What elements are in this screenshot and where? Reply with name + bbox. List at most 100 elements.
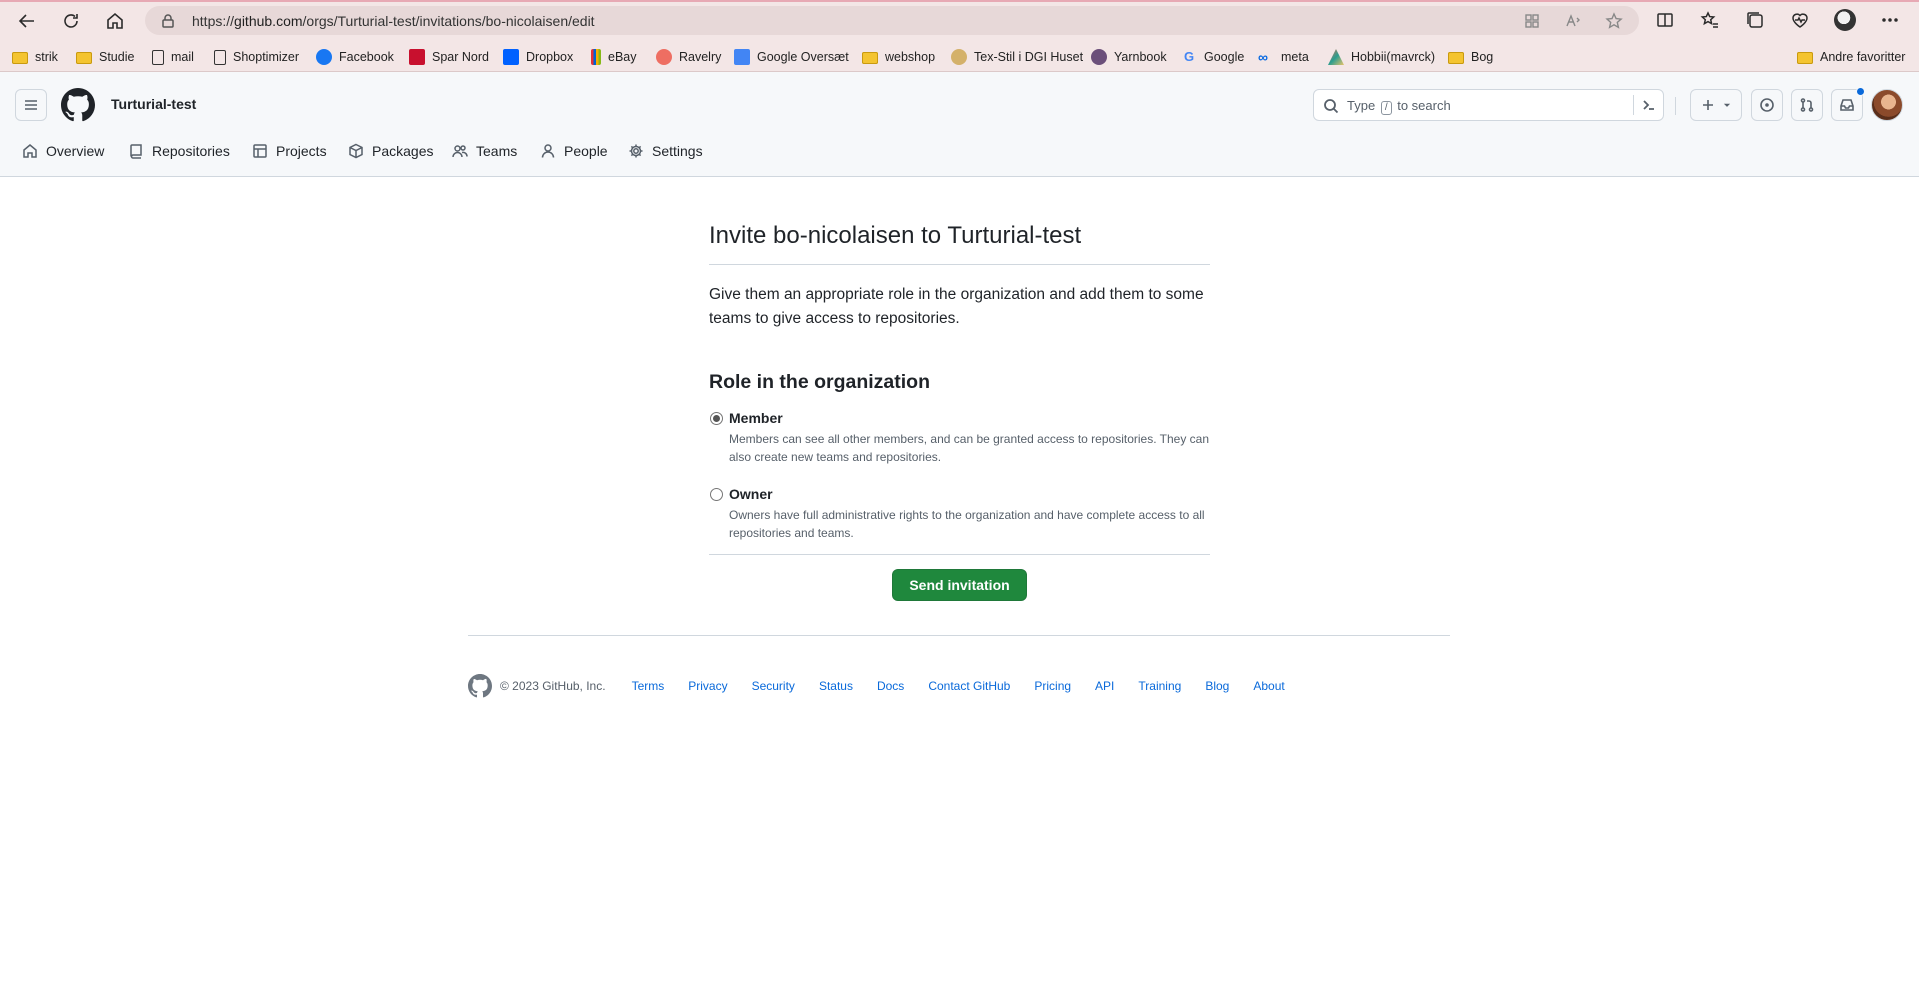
bookmark-label: Bog (1471, 50, 1494, 64)
tab-label: Settings (652, 143, 703, 159)
global-nav-button[interactable] (15, 89, 47, 121)
bookmark-studie[interactable]: Studie (76, 47, 134, 67)
reload-button[interactable] (56, 6, 86, 36)
footer-copyright: © 2023 GitHub, Inc. (500, 679, 606, 693)
bookmark-spar-nord[interactable]: Spar Nord (409, 47, 489, 67)
other-favorites[interactable]: Andre favoritter (1797, 47, 1905, 67)
github-header: Turturial-test Type / to search Overview (0, 72, 1919, 177)
tab-people[interactable]: People (540, 136, 608, 166)
footer-link-security[interactable]: Security (752, 679, 795, 693)
command-palette-icon[interactable] (1641, 97, 1657, 113)
other-favorites-label: Andre favoritter (1820, 50, 1906, 64)
people-icon (452, 145, 468, 158)
bookmark-facebook[interactable]: Facebook (316, 47, 394, 67)
footer-link-contact[interactable]: Contact GitHub (928, 679, 1010, 693)
favorite-star-icon[interactable] (1605, 12, 1623, 30)
bookmark-tex-stil[interactable]: Tex-Stil i DGI Huset (951, 47, 1083, 67)
search-input[interactable]: Type / to search (1313, 89, 1664, 121)
hamburger-icon (25, 100, 37, 110)
bookmark-strik[interactable]: strik (12, 47, 58, 67)
send-invitation-button[interactable]: Send invitation (892, 569, 1027, 601)
org-name-link[interactable]: Turturial-test (111, 96, 196, 112)
dropbox-icon (503, 49, 519, 65)
member-radio[interactable] (710, 412, 723, 425)
owner-label[interactable]: Owner (729, 484, 1210, 504)
create-new-button[interactable] (1690, 89, 1742, 121)
bookmark-webshop[interactable]: webshop (862, 47, 935, 67)
tab-label: People (564, 143, 608, 159)
bookmark-label: Spar Nord (432, 50, 489, 64)
bookmark-label: eBay (608, 50, 637, 64)
footer-link-pricing[interactable]: Pricing (1034, 679, 1071, 693)
address-bar[interactable]: https://github.com/orgs/Turturial-test/i… (145, 6, 1639, 35)
bookmark-label: Yarnbook (1114, 50, 1167, 64)
role-option-owner[interactable]: Owner Owners have full administrative ri… (709, 484, 1210, 542)
issues-button[interactable] (1751, 89, 1783, 121)
github-logo-icon[interactable] (61, 88, 95, 122)
hobbii-icon (1328, 49, 1344, 65)
bookmark-label: Hobbii(mavrck) (1351, 50, 1436, 64)
bookmark-meta[interactable]: ∞ meta (1258, 47, 1309, 67)
translate-icon (734, 49, 750, 65)
footer-link-docs[interactable]: Docs (877, 679, 904, 693)
notifications-button[interactable] (1831, 87, 1865, 121)
texstil-icon (951, 49, 967, 65)
bookmark-dropbox[interactable]: Dropbox (503, 47, 573, 67)
footer-link-blog[interactable]: Blog (1205, 679, 1229, 693)
search-divider (1633, 95, 1634, 115)
home-button[interactable] (100, 6, 130, 36)
owner-radio[interactable] (710, 488, 723, 501)
tab-overview[interactable]: Overview (22, 136, 104, 166)
bookmark-label: Facebook (339, 50, 394, 64)
page-title: Invite bo-nicolaisen to Turturial-test (709, 218, 1210, 265)
tab-teams[interactable]: Teams (452, 136, 517, 166)
browser-profile-icon[interactable] (1834, 9, 1856, 31)
table-icon (253, 144, 267, 158)
form-actions: Send invitation (709, 569, 1210, 601)
url-text[interactable]: https://github.com/orgs/Turturial-test/i… (192, 13, 595, 29)
tab-projects[interactable]: Projects (252, 136, 327, 166)
tab-label: Teams (476, 143, 518, 159)
url-host: github.com (234, 13, 303, 29)
tab-repositories[interactable]: Repositories (128, 136, 230, 166)
back-button[interactable] (12, 6, 42, 36)
app-available-icon[interactable] (1523, 12, 1541, 30)
bookmark-label: Dropbox (526, 50, 574, 64)
read-aloud-icon[interactable] (1564, 12, 1582, 30)
pull-requests-button[interactable] (1791, 89, 1823, 121)
collections-button[interactable] (1743, 8, 1767, 32)
footer-link-training[interactable]: Training (1138, 679, 1181, 693)
github-mark-icon[interactable] (468, 674, 492, 698)
role-section-heading: Role in the organization (709, 371, 931, 393)
bookmark-bog[interactable]: Bog (1448, 47, 1493, 67)
split-screen-button[interactable] (1653, 8, 1677, 32)
bookmark-label: Tex-Stil i DGI Huset (974, 50, 1084, 64)
inbox-icon (1840, 99, 1854, 111)
bookmark-ebay[interactable]: eBay (591, 47, 637, 67)
footer-link-privacy[interactable]: Privacy (688, 679, 727, 693)
bookmark-mail[interactable]: mail (152, 47, 194, 67)
bookmark-label: mail (171, 50, 194, 64)
performance-button[interactable] (1788, 8, 1812, 32)
member-label[interactable]: Member (729, 408, 1210, 428)
page-description: Give them an appropriate role in the org… (709, 286, 1204, 327)
footer-link-api[interactable]: API (1095, 679, 1114, 693)
user-avatar[interactable] (1871, 89, 1903, 121)
tab-packages[interactable]: Packages (348, 136, 433, 166)
footer-link-terms[interactable]: Terms (632, 679, 665, 693)
tab-settings[interactable]: Settings (628, 136, 703, 166)
bookmark-ravelry[interactable]: Ravelry (656, 47, 721, 67)
footer-link-status[interactable]: Status (819, 679, 853, 693)
bookmark-yarnbook[interactable]: Yarnbook (1091, 47, 1167, 67)
bookmark-shoptimizer[interactable]: Shoptimizer (214, 47, 299, 67)
bookmark-google[interactable]: G Google (1181, 47, 1244, 67)
folder-icon (12, 52, 28, 64)
bookmark-google-oversaet[interactable]: Google Oversæt (734, 47, 849, 67)
bookmark-hobbii[interactable]: Hobbii(mavrck) (1328, 47, 1435, 67)
bookmark-label: Google (1204, 50, 1245, 64)
browser-menu-button[interactable] (1878, 8, 1902, 32)
footer-link-about[interactable]: About (1253, 679, 1284, 693)
bookmarks-bar: strik Studie mail Shoptimizer Facebook S… (0, 43, 1919, 71)
role-option-member[interactable]: Member Members can see all other members… (709, 408, 1210, 466)
favorites-button[interactable] (1698, 8, 1722, 32)
